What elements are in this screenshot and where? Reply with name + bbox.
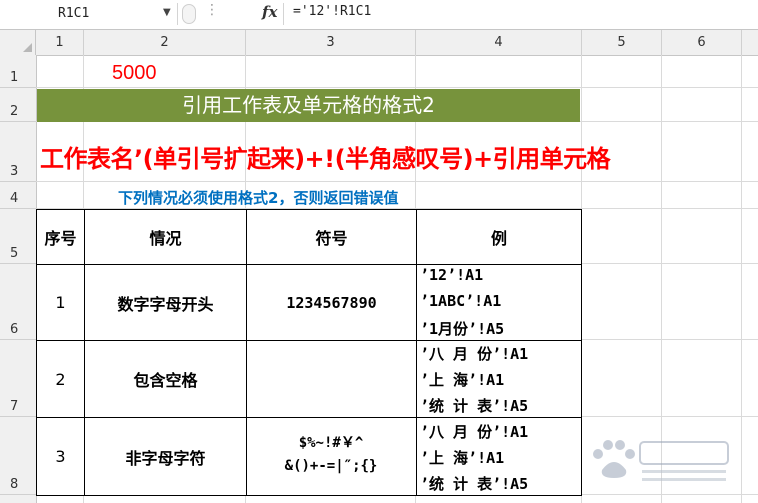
table-row-3-example-1: ’八 月 份’!A1 [420, 423, 529, 441]
column-header-1[interactable]: 1 [36, 30, 84, 55]
formula-bar-splitter[interactable] [182, 4, 196, 24]
formula-bar: R1C1 ▼ ⋮ fx ='12'!R1C1 [0, 0, 758, 30]
formula-bar-dots-icon: ⋮ [205, 2, 220, 18]
select-all-button[interactable] [0, 30, 36, 55]
row-headers: 1 2 3 4 5 6 7 8 [0, 55, 37, 503]
insert-function-button[interactable]: fx [262, 3, 277, 21]
gridline [36, 87, 758, 88]
table-row-3-example-2: ’上 海’!A1 [420, 449, 505, 467]
gridline [741, 55, 742, 503]
table-row-2-symbol-cell [246, 340, 417, 418]
row-header-1[interactable]: 1 [0, 55, 36, 88]
column-headers: 1 2 3 4 5 6 [0, 30, 758, 56]
row-header-7[interactable]: 7 [0, 340, 36, 417]
name-box-dropdown-icon[interactable]: ▼ [163, 7, 171, 18]
table-row-3-no: 3 [36, 417, 85, 496]
table-row-2-example-1: ’八 月 份’!A1 [420, 345, 529, 363]
table-row-3-example-3: ’统 计 表’!A5 [420, 475, 529, 493]
title-cell: 引用工作表及单元格的格式2 [37, 89, 580, 122]
table-header-example: 例 [416, 209, 582, 265]
table-row-1-no: 1 [36, 264, 85, 341]
format-description: 工作表名’(单引号扩起来)+!(半角感叹号)+引用单元格 [40, 145, 611, 173]
row-header-8[interactable]: 8 [0, 417, 36, 495]
table-row-1-situation: 数字字母开头 [84, 264, 247, 341]
table-row-1-symbol: 1234567890 [286, 293, 377, 312]
gridline [36, 181, 758, 182]
baidu-jingyan-watermark-logo [593, 440, 729, 481]
table-row-3-symbol-line-2: &()+-=|″;{} [284, 458, 378, 474]
table-row-2-example-3: ’统 计 表’!A5 [420, 397, 529, 415]
formula-bar-divider [283, 3, 284, 25]
table-row-1-symbol-cell: 1234567890 [246, 264, 417, 341]
row-header-2[interactable]: 2 [0, 88, 36, 122]
table-row-2-example-2: ’上 海’!A1 [420, 371, 505, 389]
column-header-6[interactable]: 6 [662, 30, 742, 55]
cell-value-5000: 5000 [112, 62, 157, 84]
column-header-3[interactable]: 3 [246, 30, 416, 55]
row-header-5[interactable]: 5 [0, 209, 36, 264]
name-box[interactable]: R1C1 ▼ [0, 3, 178, 25]
table-header-no: 序号 [36, 209, 85, 265]
note-text: 下列情况必须使用格式2，否则返回错误值 [118, 189, 399, 207]
column-header-5[interactable]: 5 [582, 30, 662, 55]
formula-input[interactable]: ='12'!R1C1 [293, 4, 371, 19]
table-row-1-example-2: ’1ABC’!A1 [420, 292, 502, 310]
table-header-symbol: 符号 [246, 209, 417, 265]
table-row-1-example-3: ’1月份’!A5 [420, 320, 505, 338]
table-header-situation: 情况 [84, 209, 247, 265]
table-row-3-situation: 非字母字符 [84, 417, 247, 496]
table-row-2-no: 2 [36, 340, 85, 418]
row-header-6[interactable]: 6 [0, 264, 36, 340]
table-row-1-example-1: ’12’!A1 [420, 266, 484, 284]
name-box-value: R1C1 [58, 6, 90, 21]
column-header-2[interactable]: 2 [84, 30, 246, 55]
row-header-4[interactable]: 4 [0, 182, 36, 209]
table-row-3-symbol-cell [246, 417, 417, 496]
table-row-2-situation: 包含空格 [84, 340, 247, 418]
table-row-3-symbol-line-1: $%~!#￥^ [298, 435, 364, 451]
row-header-3[interactable]: 3 [0, 122, 36, 182]
column-header-4[interactable]: 4 [416, 30, 582, 55]
select-all-triangle-icon [23, 43, 32, 52]
